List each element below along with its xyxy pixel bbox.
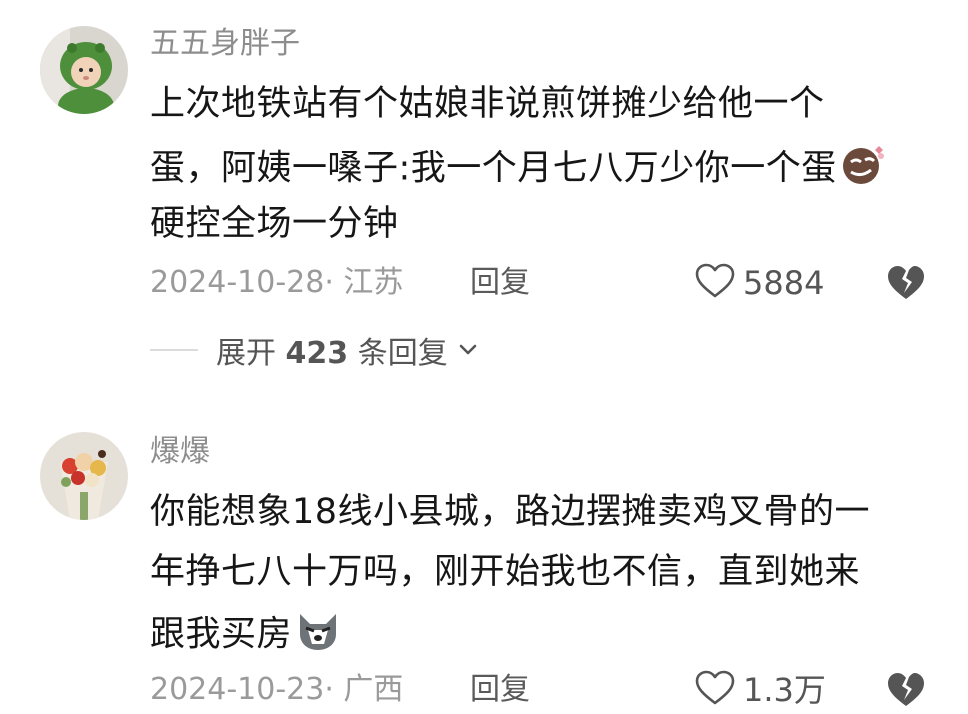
like-count: 1.3万 — [743, 671, 826, 709]
username[interactable]: 爆爆 — [150, 432, 210, 472]
like-button[interactable]: 1.3万 — [695, 670, 826, 710]
comment-2: 爆爆 你能想象18线小县城，路边摆摊卖鸡叉骨的一 年挣七八十万吗，刚开始我也不信… — [0, 0, 968, 710]
comment-text-segment: 跟我买房 — [150, 614, 293, 655]
comment-date-location: 2024-10-23· 广西 — [150, 672, 404, 707]
avatar[interactable] — [40, 432, 128, 520]
avatar-image — [40, 432, 128, 520]
husky-emoji-icon — [294, 608, 342, 663]
reply-button[interactable]: 回复 — [470, 670, 530, 710]
comment-text-line: 年挣七八十万吗，刚开始我也不信，直到她来 — [150, 552, 861, 592]
comment-text-line: 跟我买房 — [150, 608, 342, 663]
dislike-button[interactable] — [884, 670, 928, 710]
comment-text-line: 你能想象18线小县城，路边摆摊卖鸡叉骨的一 — [150, 492, 871, 532]
broken-heart-icon — [884, 673, 928, 714]
heart-icon — [695, 670, 735, 710]
